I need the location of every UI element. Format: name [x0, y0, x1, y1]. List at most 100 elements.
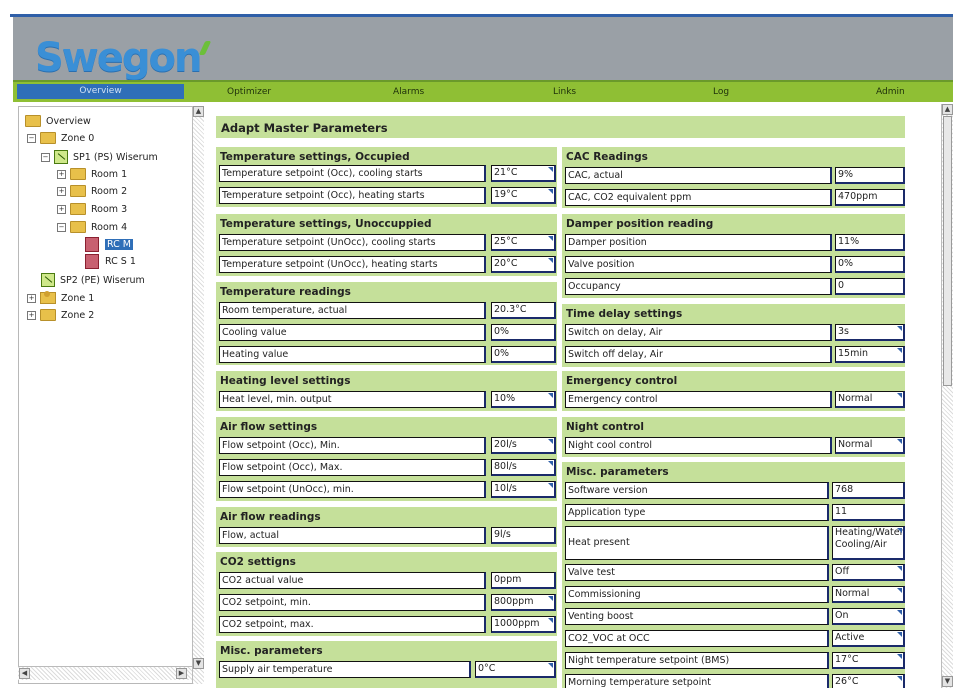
param-input[interactable]: On: [832, 608, 905, 625]
nav-optimizer[interactable]: Optimizer: [227, 87, 271, 97]
tree-item-zone1[interactable]: + Zone 1: [27, 291, 94, 304]
param-input[interactable]: Normal: [835, 437, 905, 454]
param-label: CO2_VOC at OCC: [565, 630, 829, 647]
nav-log[interactable]: Log: [713, 87, 729, 97]
expand-icon[interactable]: +: [27, 310, 36, 320]
expand-icon[interactable]: +: [57, 186, 66, 196]
param-readout: 0ppm: [491, 572, 556, 589]
param-input[interactable]: 3s: [835, 324, 905, 341]
expand-icon[interactable]: +: [57, 204, 66, 214]
scroll-down-icon[interactable]: ▼: [193, 658, 204, 669]
section-cac-readings: CAC Readings CAC, actual 9% CAC, CO2 equ…: [562, 147, 905, 208]
collapse-icon[interactable]: −: [41, 152, 50, 162]
param-input[interactable]: 20°C: [491, 256, 556, 273]
section-airflow-settings: Air flow settings Flow setpoint (Occ), M…: [216, 417, 557, 501]
param-input[interactable]: 10l/s: [491, 481, 556, 498]
section-title: Misc. parameters: [566, 466, 669, 478]
param-readout: 768: [832, 482, 905, 499]
param-input[interactable]: 25°C: [491, 234, 556, 251]
tree-item-sp1[interactable]: − SP1 (PS) Wiserum: [41, 150, 158, 164]
param-value: 11%: [838, 236, 860, 247]
tree-item-room2[interactable]: + Room 2: [57, 185, 127, 197]
section-title: Misc. parameters: [220, 645, 323, 657]
scroll-right-icon[interactable]: ▶: [176, 668, 187, 679]
scroll-up-icon[interactable]: ▲: [942, 104, 953, 115]
section-temp-unoccupied: Temperature settings, Unoccuppied Temper…: [216, 214, 557, 276]
param-label: Valve position: [565, 256, 832, 273]
tree-item-room1[interactable]: + Room 1: [57, 168, 127, 180]
section-night-control: Night control Night cool control Normal: [562, 417, 905, 457]
param-label: Heat present: [565, 526, 829, 560]
scroll-down-icon[interactable]: ▼: [942, 676, 953, 687]
tree-item-zone2[interactable]: + Zone 2: [27, 309, 94, 321]
tree-label: Room 3: [91, 203, 128, 215]
param-label: CAC, CO2 equivalent ppm: [565, 189, 832, 206]
param-value: 25°C: [494, 236, 518, 247]
param-label: Cooling value: [219, 324, 486, 341]
param-input[interactable]: Active: [832, 630, 905, 647]
param-input[interactable]: 1000ppm: [491, 616, 556, 633]
expand-icon[interactable]: +: [57, 169, 66, 179]
tree-label: RC S 1: [105, 256, 136, 267]
tree-item-rcs1[interactable]: RC S 1: [85, 254, 136, 269]
param-value: Normal: [835, 588, 870, 599]
param-label: CAC, actual: [565, 167, 832, 184]
param-label: Heating value: [219, 346, 486, 363]
tree-horizontal-scrollbar[interactable]: ◀ ▶: [18, 666, 192, 680]
param-value: On: [835, 610, 849, 621]
param-value: 0: [838, 280, 845, 291]
scroll-thumb[interactable]: [943, 116, 952, 386]
param-label: Heat level, min. output: [219, 391, 486, 408]
param-readout: 9l/s: [491, 527, 556, 544]
tree-item-room4[interactable]: − Room 4: [57, 221, 127, 233]
collapse-icon[interactable]: −: [27, 133, 36, 143]
folder-icon: [70, 221, 86, 233]
param-input[interactable]: Heating/Water, Cooling/Air: [832, 526, 905, 560]
param-readout: 9%: [835, 167, 905, 184]
tree-item-zone0[interactable]: − Zone 0: [27, 132, 94, 144]
param-value: 19°C: [494, 189, 518, 200]
param-value: 17°C: [835, 654, 859, 665]
param-input[interactable]: 80l/s: [491, 459, 556, 476]
param-input[interactable]: 21°C: [491, 165, 556, 182]
main-vertical-scrollbar[interactable]: ▲ ▼: [941, 104, 953, 688]
param-label: Commissioning: [565, 586, 829, 603]
param-label: Temperature setpoint (Occ), heating star…: [219, 187, 486, 204]
folder-icon: [40, 309, 56, 321]
param-input[interactable]: 17°C: [832, 652, 905, 669]
param-input[interactable]: 800ppm: [491, 594, 556, 611]
edit-corner-icon: [548, 439, 553, 444]
nav-alarms[interactable]: Alarms: [393, 87, 424, 97]
param-label: Morning temperature setpoint: [565, 674, 829, 688]
param-input[interactable]: 19°C: [491, 187, 556, 204]
param-value: 20l/s: [494, 439, 517, 450]
edit-corner-icon: [548, 393, 553, 398]
tree-item-sp2[interactable]: SP2 (PE) Wiserum: [41, 273, 145, 287]
folder-icon: [70, 168, 86, 180]
tree-label: Zone 2: [61, 309, 95, 321]
section-co2-settings: CO2 settigns CO2 actual value 0ppm CO2 s…: [216, 552, 557, 636]
param-input[interactable]: Normal: [835, 391, 905, 408]
param-input[interactable]: 26°C: [832, 674, 905, 688]
edit-corner-icon: [548, 189, 553, 194]
tree-item-room3[interactable]: + Room 3: [57, 203, 127, 215]
param-label: Application type: [565, 504, 829, 521]
collapse-icon[interactable]: −: [57, 222, 66, 232]
tree-item-overview[interactable]: Overview: [25, 115, 91, 127]
scroll-up-icon[interactable]: ▲: [193, 106, 204, 117]
nav-admin[interactable]: Admin: [876, 87, 905, 97]
section-temp-occupied: Temperature settings, Occupied Temperatu…: [216, 147, 557, 207]
tree-vertical-scrollbar[interactable]: ▲ ▼: [192, 106, 204, 684]
param-input[interactable]: Off: [832, 564, 905, 581]
param-input[interactable]: 15min: [835, 346, 905, 363]
param-input[interactable]: 10%: [491, 391, 556, 408]
param-input[interactable]: 0°C: [475, 661, 556, 678]
param-input[interactable]: 20l/s: [491, 437, 556, 454]
nav-links[interactable]: Links: [553, 87, 576, 97]
nav-overview[interactable]: Overview: [17, 84, 184, 99]
expand-icon[interactable]: +: [27, 293, 36, 303]
param-readout: 0%: [491, 346, 556, 363]
tree-item-rcm[interactable]: RC M: [85, 237, 133, 252]
param-input[interactable]: Normal: [832, 586, 905, 603]
scroll-left-icon[interactable]: ◀: [19, 668, 30, 679]
